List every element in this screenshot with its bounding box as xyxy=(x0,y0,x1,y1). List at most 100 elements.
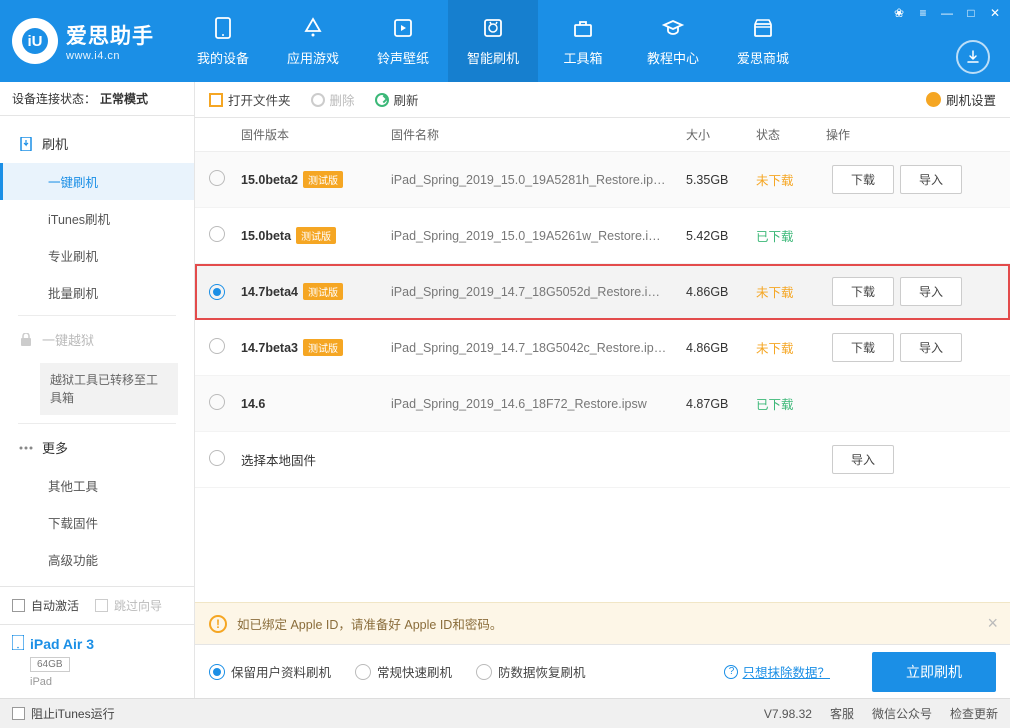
firmware-row[interactable]: 14.7beta3测试版iPad_Spring_2019_14.7_18G504… xyxy=(195,320,1010,376)
folder-icon xyxy=(209,93,223,107)
store-icon xyxy=(750,15,776,41)
skip-guide-checkbox[interactable]: 跳过向导 xyxy=(95,597,162,614)
row-radio[interactable] xyxy=(209,226,225,242)
app-url: www.i4.cn xyxy=(66,50,154,62)
nav-store[interactable]: 爱思商城 xyxy=(718,0,808,82)
mode-radio[interactable] xyxy=(476,664,492,680)
row-radio[interactable] xyxy=(209,170,225,186)
flash-mode-option[interactable]: 常规快速刷机 xyxy=(355,662,452,681)
open-folder-button[interactable]: 打开文件夹 xyxy=(209,90,291,109)
sidebar-item[interactable]: 专业刷机 xyxy=(0,237,194,274)
sidebar-group-more[interactable]: 更多 xyxy=(0,428,194,467)
ipad-icon xyxy=(12,635,24,653)
device-type: iPad xyxy=(30,676,182,688)
firmware-row[interactable]: 14.7beta4测试版iPad_Spring_2019_14.7_18G505… xyxy=(195,264,1010,320)
nav-flash[interactable]: 智能刷机 xyxy=(448,0,538,82)
download-button[interactable]: 下载 xyxy=(832,277,894,306)
tutorial-icon xyxy=(660,15,686,41)
flash-icon xyxy=(18,136,34,152)
toolbox-icon xyxy=(570,15,596,41)
nav-device[interactable]: 我的设备 xyxy=(178,0,268,82)
import-button[interactable]: 导入 xyxy=(900,277,962,306)
app-logo[interactable]: iU 爱思助手 www.i4.cn xyxy=(12,18,154,64)
nav-tutorial[interactable]: 教程中心 xyxy=(628,0,718,82)
connection-status: 设备连接状态： 正常模式 xyxy=(0,82,194,116)
close-icon[interactable]: × xyxy=(987,613,998,634)
sidebar-item[interactable]: iTunes刷机 xyxy=(0,200,194,237)
gift-icon[interactable]: ❀ xyxy=(890,4,908,22)
maximize-icon[interactable]: □ xyxy=(962,4,980,22)
import-button[interactable]: 导入 xyxy=(832,445,894,474)
close-icon[interactable]: ✕ xyxy=(986,4,1004,22)
firmware-row[interactable]: 15.0beta2测试版iPad_Spring_2019_15.0_19A528… xyxy=(195,152,1010,208)
warning-icon: ! xyxy=(209,615,227,633)
sidebar-item[interactable]: 高级功能 xyxy=(0,541,194,578)
row-radio[interactable] xyxy=(209,450,225,466)
gear-icon xyxy=(926,92,941,107)
footer-link[interactable]: 微信公众号 xyxy=(872,705,932,722)
warning-text: 如已绑定 Apple ID，请准备好 Apple ID和密码。 xyxy=(237,614,502,633)
svg-text:iU: iU xyxy=(28,33,43,50)
flash-icon xyxy=(480,15,506,41)
app-version: V7.98.32 xyxy=(764,707,812,721)
flash-mode-option[interactable]: 防数据恢复刷机 xyxy=(476,662,586,681)
sidebar-item[interactable]: 下载固件 xyxy=(0,504,194,541)
auto-activate-checkbox[interactable]: 自动激活 xyxy=(12,597,79,614)
sidebar: 设备连接状态： 正常模式 刷机 一键刷机iTunes刷机专业刷机批量刷机 一键越… xyxy=(0,82,195,698)
nav-toolbox[interactable]: 工具箱 xyxy=(538,0,628,82)
title-bar: iU 爱思助手 www.i4.cn 我的设备应用游戏铃声壁纸智能刷机工具箱教程中… xyxy=(0,0,1010,82)
row-radio[interactable] xyxy=(209,394,225,410)
status-bar: 阻止iTunes运行 V7.98.32 客服 微信公众号 检查更新 xyxy=(0,698,1010,728)
download-button[interactable]: 下载 xyxy=(832,165,894,194)
block-itunes-checkbox[interactable]: 阻止iTunes运行 xyxy=(12,705,115,722)
lock-icon xyxy=(18,332,34,348)
local-firmware-row[interactable]: 选择本地固件导入 xyxy=(195,432,1010,488)
nav-ringtone[interactable]: 铃声壁纸 xyxy=(358,0,448,82)
more-icon xyxy=(18,440,34,456)
flash-mode-option[interactable]: 保留用户资料刷机 xyxy=(209,662,331,681)
app-name: 爱思助手 xyxy=(66,20,154,50)
beta-tag: 测试版 xyxy=(303,283,343,300)
firmware-row[interactable]: 14.6iPad_Spring_2019_14.6_18F72_Restore.… xyxy=(195,376,1010,432)
action-bar: 保留用户资料刷机 常规快速刷机 防数据恢复刷机 ?只想抹除数据？ 立即刷机 xyxy=(195,644,1010,698)
import-button[interactable]: 导入 xyxy=(900,165,962,194)
sidebar-item[interactable]: 其他工具 xyxy=(0,467,194,504)
delete-icon xyxy=(311,93,325,107)
flash-now-button[interactable]: 立即刷机 xyxy=(872,652,996,692)
beta-tag: 测试版 xyxy=(296,227,336,244)
erase-data-link[interactable]: ?只想抹除数据？ xyxy=(724,662,830,681)
warning-bar: ! 如已绑定 Apple ID，请准备好 Apple ID和密码。 × xyxy=(195,602,1010,644)
sidebar-item[interactable]: 批量刷机 xyxy=(0,274,194,311)
row-radio[interactable] xyxy=(209,338,225,354)
ringtone-icon xyxy=(390,15,416,41)
table-header: 固件版本 固件名称 大小 状态 操作 xyxy=(195,118,1010,152)
download-button[interactable]: 下载 xyxy=(832,333,894,362)
sidebar-group-jailbreak: 一键越狱 xyxy=(0,320,194,359)
apps-icon xyxy=(300,15,326,41)
menu-icon[interactable]: ≡ xyxy=(914,4,932,22)
sidebar-item[interactable]: 一键刷机 xyxy=(0,163,194,200)
jailbreak-moved-note: 越狱工具已转移至工具箱 xyxy=(40,363,178,415)
import-button[interactable]: 导入 xyxy=(900,333,962,362)
mode-radio[interactable] xyxy=(355,664,371,680)
row-radio[interactable] xyxy=(209,284,225,300)
footer-link[interactable]: 检查更新 xyxy=(950,705,998,722)
refresh-button[interactable]: 刷新 xyxy=(375,90,419,109)
logo-icon: iU xyxy=(12,18,58,64)
download-circle-icon[interactable] xyxy=(956,40,990,74)
sidebar-group-flash[interactable]: 刷机 xyxy=(0,124,194,163)
beta-tag: 测试版 xyxy=(303,339,343,356)
device-info[interactable]: iPad Air 3 64GB iPad xyxy=(0,624,194,698)
refresh-icon xyxy=(375,93,389,107)
nav-apps[interactable]: 应用游戏 xyxy=(268,0,358,82)
toolbar: 打开文件夹 删除 刷新 刷机设置 xyxy=(195,82,1010,118)
minimize-icon[interactable]: — xyxy=(938,4,956,22)
device-storage: 64GB xyxy=(30,657,70,672)
firmware-row[interactable]: 15.0beta测试版iPad_Spring_2019_15.0_19A5261… xyxy=(195,208,1010,264)
flash-settings-button[interactable]: 刷机设置 xyxy=(926,90,996,109)
footer-link[interactable]: 客服 xyxy=(830,705,854,722)
mode-radio[interactable] xyxy=(209,664,225,680)
beta-tag: 测试版 xyxy=(303,171,343,188)
delete-button: 删除 xyxy=(311,90,355,109)
content: 打开文件夹 删除 刷新 刷机设置 固件版本 固件名称 大小 状态 操作 15.0… xyxy=(195,82,1010,698)
